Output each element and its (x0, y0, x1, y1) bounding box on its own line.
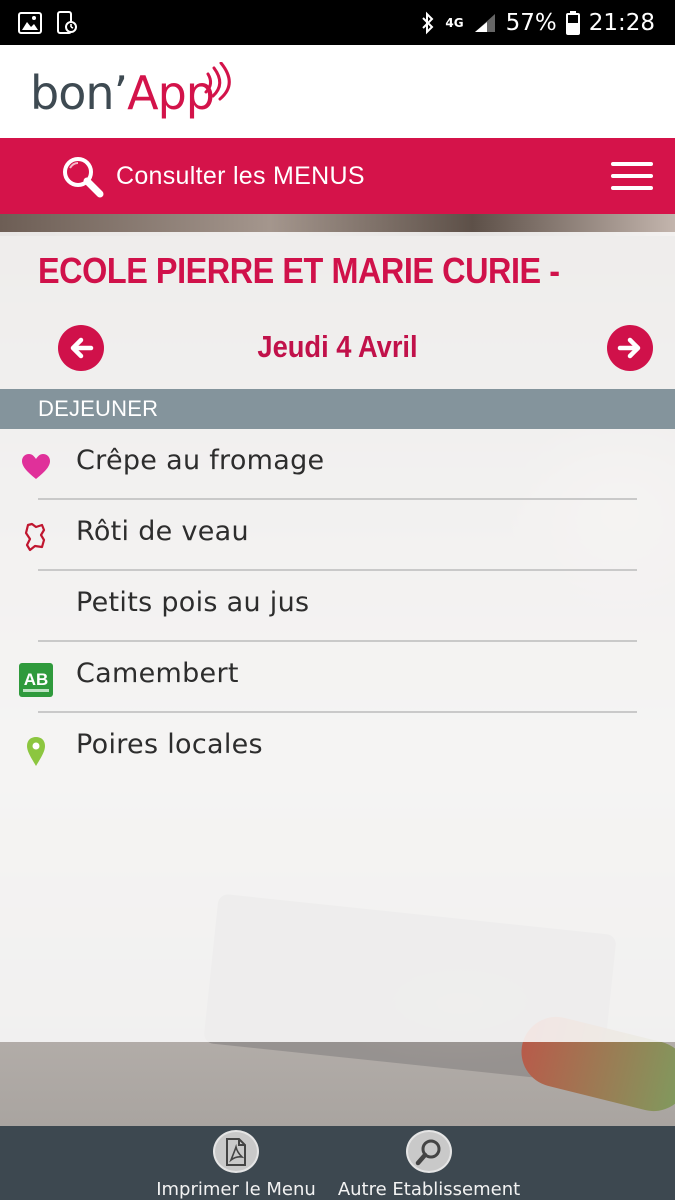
signal-icon (473, 12, 497, 34)
print-menu-button[interactable]: Imprimer le Menu (150, 1126, 322, 1200)
location-pin-icon (18, 733, 54, 769)
organic-ab-icon: AB (18, 662, 54, 698)
print-menu-label: Imprimer le Menu (156, 1179, 316, 1200)
hamburger-line (611, 162, 653, 166)
dish-label: Rôti de veau (76, 516, 249, 547)
other-establishment-label: Autre Etablissement (337, 1179, 521, 1200)
meal-section-title: DEJEUNER (38, 396, 159, 421)
pdf-icon (213, 1130, 259, 1173)
bluetooth-icon (420, 11, 436, 35)
meal-section-header: DEJEUNER (0, 389, 675, 429)
status-bar-right: 4G 57% 21:28 (420, 10, 655, 36)
dish-label: Petits pois au jus (76, 587, 310, 618)
svg-text:AB: AB (24, 670, 49, 689)
dish-label: Poires locales (76, 729, 263, 760)
hamburger-line (611, 174, 653, 178)
menu-bar: Consulter les MENUS (0, 138, 675, 214)
origin-map-icon (18, 520, 54, 556)
battery-percent: 57% (505, 9, 557, 36)
list-item[interactable]: Crêpe au fromage (0, 429, 675, 500)
other-establishment-button[interactable]: Autre Etablissement (334, 1126, 524, 1200)
consult-menus-button[interactable]: Consulter les MENUS (60, 154, 365, 198)
status-bar-left (18, 10, 78, 35)
current-date: Jeudi 4 Avril (257, 329, 418, 364)
date-navigator: Jeudi 4 Avril (0, 325, 675, 371)
search-icon (60, 154, 104, 198)
hamburger-menu-button[interactable] (611, 162, 653, 190)
menu-list: Crêpe au fromage Rôti de veau Petits poi… (0, 429, 675, 784)
consult-menus-label: Consulter les MENUS (116, 161, 365, 190)
list-item[interactable]: Rôti de veau (0, 500, 675, 571)
app-header: bon’App (0, 45, 675, 138)
clock: 21:28 (588, 9, 655, 36)
dish-label: Crêpe au fromage (76, 445, 325, 476)
battery-icon (565, 10, 580, 35)
screenshot-notification-icon (56, 10, 78, 35)
school-name: ECOLE PIERRE ET MARIE CURIE - (38, 250, 560, 291)
heart-icon (18, 449, 54, 485)
bonapp-logo: bon’App (30, 61, 231, 116)
list-item[interactable]: Poires locales (0, 713, 675, 784)
network-type: 4G (445, 15, 464, 30)
status-bar: 4G 57% 21:28 (0, 0, 675, 45)
list-item[interactable]: AB Camembert (0, 642, 675, 713)
list-item[interactable]: Petits pois au jus (0, 571, 675, 642)
search-icon (406, 1130, 452, 1173)
hamburger-line (611, 186, 653, 190)
logo-text-bon: bon’ (30, 65, 128, 120)
logo-waves-icon (204, 61, 231, 100)
next-day-button[interactable] (607, 325, 653, 371)
dish-label: Camembert (76, 658, 239, 689)
bottom-bar: Imprimer le Menu Autre Etablissement (0, 1126, 675, 1200)
gallery-notification-icon (18, 11, 42, 34)
arrow-right-icon (617, 337, 641, 359)
